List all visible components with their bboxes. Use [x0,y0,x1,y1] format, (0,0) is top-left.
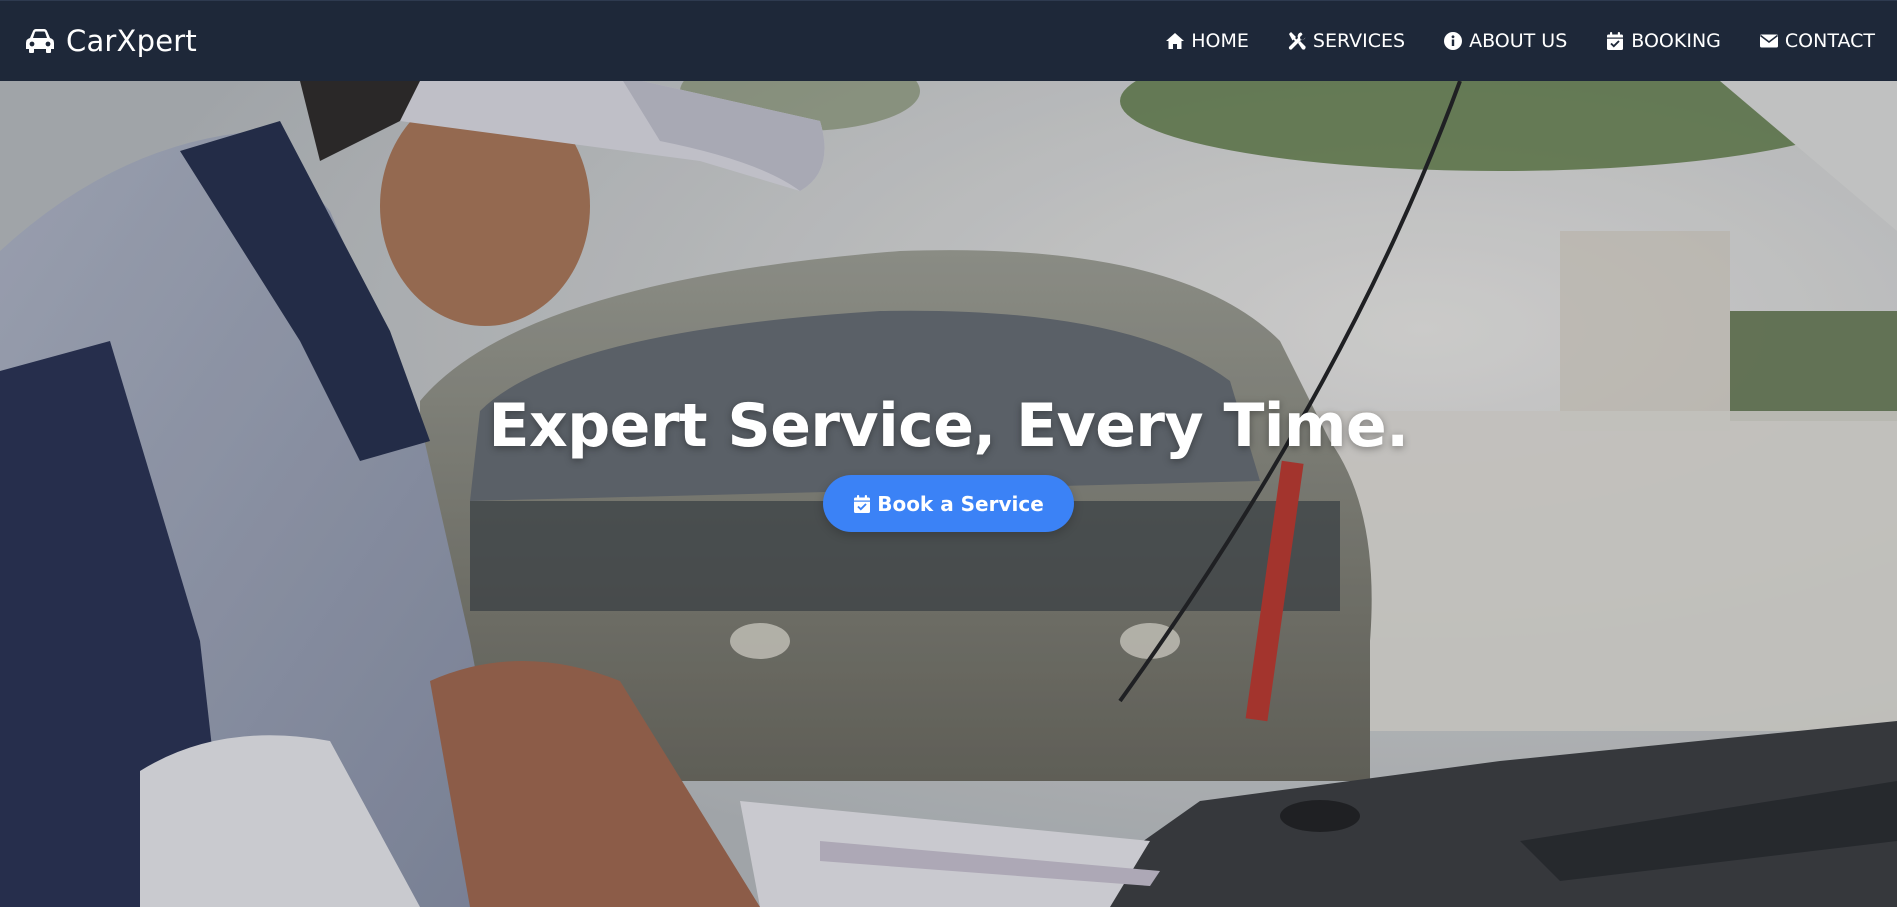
book-service-button[interactable]: Book a Service [823,475,1074,532]
nav-item-label: SERVICES [1312,30,1406,52]
calendar-check-icon [854,494,871,513]
nav-item-label: HOME [1191,30,1249,52]
nav-item-about-us[interactable]: ABOUT US [1424,30,1586,52]
home-icon [1166,33,1185,49]
tools-icon [1288,32,1306,50]
hero-section: Expert Service, Every Time. Book a Servi… [0,81,1897,907]
nav-item-booking[interactable]: BOOKING [1586,30,1740,52]
nav-item-contact[interactable]: CONTACT [1740,30,1875,52]
navbar: CarXpert HOME SERVICES ABOUT US BOOKING … [0,0,1897,81]
nav-item-label: BOOKING [1631,30,1721,52]
nav-item-services[interactable]: SERVICES [1268,30,1424,52]
book-service-label: Book a Service [877,491,1044,516]
brand-logo-link[interactable]: CarXpert [24,24,197,58]
calendar-check-icon [1607,32,1624,50]
main-nav: HOME SERVICES ABOUT US BOOKING CONTACT [1146,30,1875,52]
envelope-icon [1759,34,1778,48]
nav-item-label: ABOUT US [1469,30,1568,52]
car-icon [26,29,54,53]
hero-content: Expert Service, Every Time. Book a Servi… [0,391,1897,532]
nav-item-label: CONTACT [1784,30,1875,52]
brand-name: CarXpert [66,24,197,58]
info-icon [1444,32,1463,50]
nav-item-home[interactable]: HOME [1146,30,1268,52]
hero-title: Expert Service, Every Time. [488,391,1410,461]
